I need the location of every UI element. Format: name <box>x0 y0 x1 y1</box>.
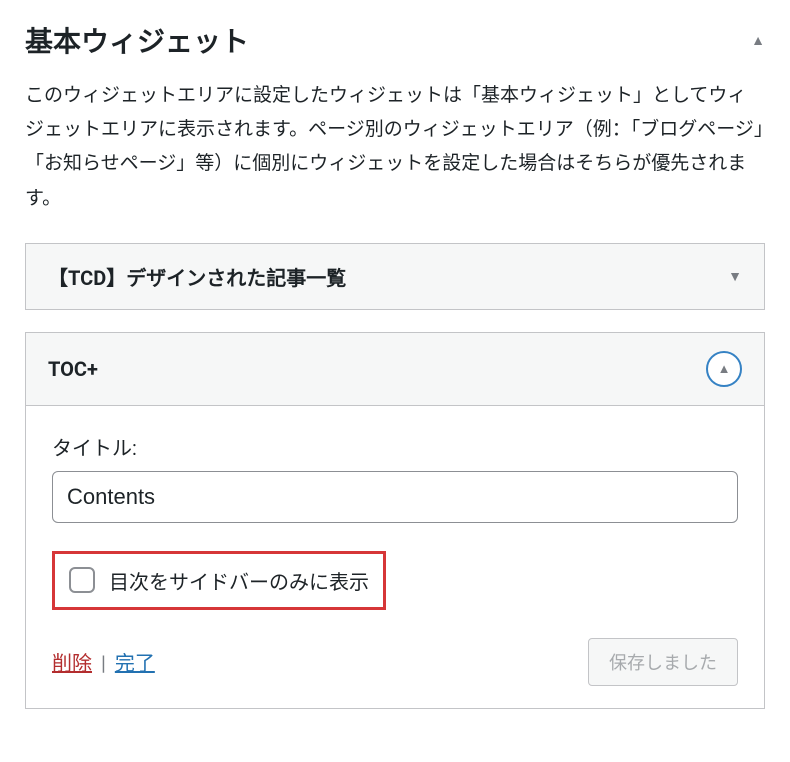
done-link[interactable]: 完了 <box>115 651 155 675</box>
chevron-up-icon: ▲ <box>718 361 731 377</box>
section-title: 基本ウィジェット <box>25 20 249 60</box>
link-separator: | <box>101 651 106 675</box>
widget-collapsed-header[interactable]: 【TCD】デザインされた記事一覧 ▼ <box>26 244 764 309</box>
section-description: このウィジェットエリアに設定したウィジェットは「基本ウィジェット」としてウィジェ… <box>25 78 765 215</box>
title-input[interactable] <box>52 471 738 523</box>
checkbox-row-highlighted: 目次をサイドバーのみに表示 <box>52 551 386 610</box>
widget-expanded-title: TOC+ <box>48 357 98 381</box>
chevron-down-icon: ▼ <box>728 268 742 285</box>
widget-footer: 削除 | 完了 保存しました <box>52 638 738 686</box>
widget-expanded-header[interactable]: TOC+ ▲ <box>26 333 764 406</box>
collapse-icon: ▲ <box>751 32 765 49</box>
widget-expanded: TOC+ ▲ タイトル: 目次をサイドバーのみに表示 削除 | 完了 保存しまし… <box>25 332 765 709</box>
collapse-toggle-button[interactable]: ▲ <box>706 351 742 387</box>
checkbox-label: 目次をサイドバーのみに表示 <box>109 566 369 595</box>
sidebar-only-checkbox[interactable] <box>69 567 95 593</box>
widget-collapsed-title: 【TCD】デザインされた記事一覧 <box>48 262 346 291</box>
widget-body: タイトル: 目次をサイドバーのみに表示 削除 | 完了 保存しました <box>26 406 764 708</box>
title-field-label: タイトル: <box>52 432 738 461</box>
footer-links: 削除 | 完了 <box>52 647 155 676</box>
section-header[interactable]: 基本ウィジェット ▲ <box>25 20 765 60</box>
widget-collapsed: 【TCD】デザインされた記事一覧 ▼ <box>25 243 765 310</box>
delete-link[interactable]: 削除 <box>52 651 92 675</box>
saved-button[interactable]: 保存しました <box>588 638 738 686</box>
